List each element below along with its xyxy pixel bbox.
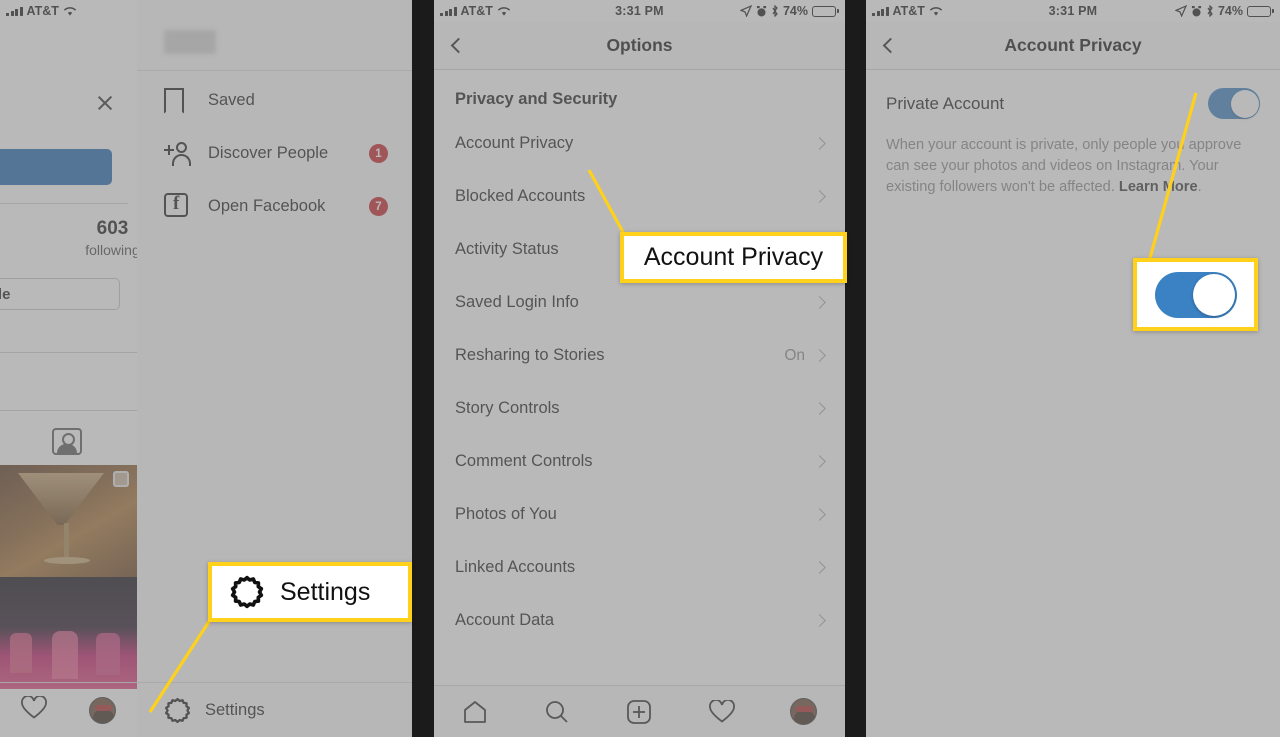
toggle-callout [1133,258,1258,331]
gear-icon [230,575,264,609]
settings-callout: Settings [208,562,412,622]
account-privacy-callout-label: Account Privacy [643,243,824,271]
account-privacy-callout: Account Privacy [620,232,847,283]
settings-callout-label: Settings [280,577,371,606]
callout-leader-lines [148,92,1198,713]
private-account-toggle-zoomed[interactable] [1154,271,1237,318]
screenshot-stage: AT&T 3:31 PM [0,0,1280,737]
